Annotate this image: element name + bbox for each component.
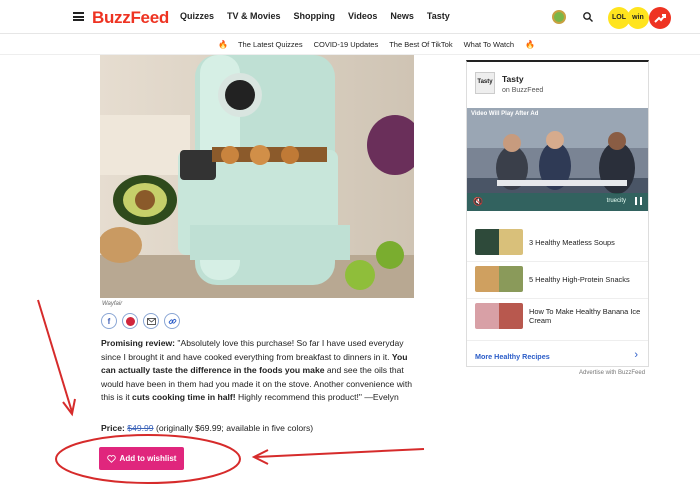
product-image[interactable] — [100, 55, 414, 298]
wishlist-label: Add to wishlist — [119, 454, 177, 463]
recipe-item[interactable]: 3 Healthy Meatless Soups — [475, 228, 643, 256]
sub-nav: 🔥 The Latest Quizzes COVID-19 Updates Th… — [0, 35, 700, 55]
share-bar: f — [101, 313, 180, 329]
pinterest-share-button[interactable] — [122, 313, 138, 329]
annotation-arrow-right — [255, 448, 425, 458]
annotation-arrow-left — [37, 299, 73, 413]
review-highlight-2: cuts cooking time in half! — [132, 392, 236, 402]
product-review: Promising review: "Absolutely love this … — [101, 337, 419, 405]
recipe-title: 3 Healthy Meatless Soups — [529, 237, 615, 247]
recipe-item[interactable]: 5 Healthy High-Protein Snacks — [475, 265, 643, 293]
sidebar-brand-sub: on BuzzFeed — [502, 87, 544, 94]
menu-icon[interactable] — [73, 12, 84, 21]
nav-item-shopping[interactable]: Shopping — [294, 11, 336, 21]
copy-link-button[interactable] — [164, 313, 180, 329]
link-icon — [168, 318, 176, 324]
pinterest-icon — [125, 316, 135, 326]
nav-item-news[interactable]: News — [390, 11, 414, 21]
air-fryer-illustration — [100, 55, 414, 298]
nav-item-tasty[interactable]: Tasty — [427, 11, 450, 21]
video-ad-label: Video Will Play After Ad — [471, 111, 539, 117]
mute-icon[interactable]: 🔇 — [473, 197, 483, 206]
fire-icon: 🔥 — [525, 40, 535, 49]
review-lead: Promising review: — [101, 338, 176, 348]
pause-icon[interactable] — [635, 197, 642, 205]
search-icon[interactable] — [582, 11, 594, 23]
tasty-logo[interactable]: Tasty — [475, 72, 495, 94]
facebook-icon: f — [107, 316, 111, 326]
price-label: Price: — [101, 423, 125, 433]
email-share-button[interactable] — [143, 313, 159, 329]
price-link[interactable]: $49.99 — [127, 423, 153, 433]
email-icon — [146, 317, 156, 325]
sidebar-video[interactable]: Video Will Play After Ad truecity 🔇 — [467, 108, 648, 211]
video-brand: truecity — [606, 198, 626, 204]
add-to-wishlist-button[interactable]: Add to wishlist — [99, 447, 184, 470]
product-price: Price: $49.99 (originally $69.99; availa… — [101, 423, 313, 433]
video-frame — [467, 108, 648, 211]
annotation-arrowhead-left — [62, 398, 76, 417]
annotation-arrowhead-right — [251, 449, 269, 465]
nav-item-quizzes[interactable]: Quizzes — [180, 11, 214, 21]
buzzfeed-logo[interactable]: BuzzFeed — [92, 8, 169, 28]
nav-item-tv-movies[interactable]: TV & Movies — [227, 11, 281, 21]
recipe-item[interactable]: How To Make Healthy Banana Ice Cream — [475, 302, 643, 330]
user-avatar[interactable] — [552, 10, 566, 24]
subnav-what-to-watch[interactable]: What To Watch — [464, 40, 514, 49]
subnav-latest-quizzes[interactable]: The Latest Quizzes — [238, 40, 303, 49]
site-header: BuzzFeed Quizzes TV & Movies Shopping Vi… — [0, 0, 700, 34]
subnav-covid-updates[interactable]: COVID-19 Updates — [314, 40, 379, 49]
recipe-thumbnail — [475, 229, 523, 255]
trending-badge[interactable] — [649, 7, 671, 29]
image-credit: Wayfair — [102, 301, 123, 307]
subnav-best-of-tiktok[interactable]: The Best Of TikTok — [389, 40, 452, 49]
facebook-share-button[interactable]: f — [101, 313, 117, 329]
heart-icon — [106, 454, 116, 463]
nav-item-videos[interactable]: Videos — [348, 11, 377, 21]
sidebar-brand[interactable]: Tasty — [502, 74, 524, 84]
advertise-link[interactable]: Advertise with BuzzFeed — [579, 370, 645, 376]
main-nav: Quizzes TV & Movies Shopping Videos News… — [180, 11, 463, 21]
recipe-title: 5 Healthy High-Protein Snacks — [529, 274, 630, 284]
price-details: (originally $69.99; available in five co… — [153, 423, 314, 433]
tasty-sidebar: Tasty Tasty on BuzzFeed Video Will Play … — [466, 60, 649, 367]
recipe-thumbnail — [475, 303, 523, 329]
more-recipes-link[interactable]: More Healthy Recipes — [475, 352, 550, 361]
recipe-title: How To Make Healthy Banana Ice Cream — [529, 307, 641, 325]
trending-icon — [654, 14, 666, 23]
recipe-thumbnail — [475, 266, 523, 292]
review-text-3: Highly recommend this product!" —Evelyn — [235, 392, 399, 402]
fire-icon: 🔥 — [218, 40, 228, 49]
chevron-right-icon[interactable]: › — [634, 349, 638, 361]
win-badge[interactable]: win — [627, 7, 649, 29]
